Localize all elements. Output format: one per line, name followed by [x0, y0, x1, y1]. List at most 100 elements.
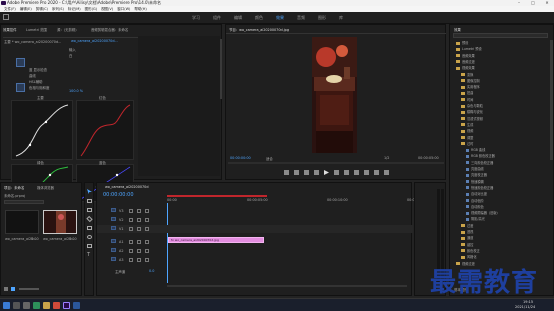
program-monitor-title[interactable]: 节目：wo_camera_ai20200070d.jpg: [229, 27, 289, 32]
toggle-effect-icon[interactable]: [16, 58, 25, 67]
premiere-taskbar-icon[interactable]: [63, 302, 70, 309]
master-volume-value[interactable]: 0.0: [149, 269, 154, 273]
search-icon[interactable]: [13, 302, 20, 309]
video-clip[interactable]: fx wo_camera_ai20200070d.jpg: [168, 237, 264, 243]
lock-icon[interactable]: [129, 227, 133, 231]
work-area-bar[interactable]: [167, 195, 267, 197]
effect-row-label[interactable]: 蓝 显示检查: [29, 67, 47, 72]
type-tool-icon[interactable]: T: [87, 253, 92, 258]
project-item-thumb-1[interactable]: [5, 210, 39, 234]
workspace-tab[interactable]: 编辑: [234, 15, 242, 21]
effects-tree-item[interactable]: Lumetri 预设: [456, 46, 482, 51]
mark-in-button[interactable]: [284, 170, 289, 175]
effects-tree-item[interactable]: 视频效果: [456, 65, 475, 70]
effects-tree-item[interactable]: 风格化: [461, 254, 477, 259]
word-icon[interactable]: [73, 302, 80, 309]
effects-tree-item[interactable]: 视频限幅器（旧版）: [466, 210, 500, 215]
eye-icon[interactable]: [145, 240, 149, 244]
timeline-tab[interactable]: wo_camera_ai20200070d: [105, 185, 148, 189]
effects-tree-item[interactable]: 模糊与锐化: [461, 109, 483, 114]
effects-tree-item[interactable]: 时间: [461, 97, 473, 102]
effects-tree-item[interactable]: 快速颜色校正器: [466, 185, 493, 190]
video-frame[interactable]: [312, 37, 357, 153]
effects-tree-item[interactable]: 预设: [456, 40, 468, 45]
effects-tree-item[interactable]: 音频过渡: [456, 59, 475, 64]
media-browser-tab[interactable]: 媒体浏览器: [37, 185, 54, 190]
effects-tree-item[interactable]: 杂色与颗粒: [461, 103, 483, 108]
effects-tree-item[interactable]: 扭曲: [461, 90, 473, 95]
workspace-tab[interactable]: 音频: [297, 15, 305, 21]
effect-controls-tab[interactable]: 音频剪辑混合器：未命名: [91, 27, 128, 32]
effects-tree-item[interactable]: 过渡: [461, 223, 473, 228]
extract-button[interactable]: [364, 170, 369, 175]
selection-tool-icon[interactable]: [87, 189, 92, 194]
toggle-effect-icon-2[interactable]: [16, 83, 25, 92]
resolution-dropdown[interactable]: 1/2: [384, 156, 389, 160]
fit-dropdown[interactable]: 适合: [266, 156, 273, 161]
workspace-tab[interactable]: 库: [339, 15, 343, 21]
icon-view-icon[interactable]: [11, 287, 15, 291]
lock-icon[interactable]: [129, 240, 133, 244]
workspace-tab[interactable]: 颜色: [255, 15, 263, 21]
program-timecode[interactable]: 00:00:00:00: [230, 156, 251, 160]
effects-tree-item[interactable]: 调整: [461, 135, 473, 140]
track-target-button[interactable]: [111, 208, 116, 212]
file-explorer-icon[interactable]: [43, 302, 50, 309]
hand-tool-icon[interactable]: [87, 244, 92, 248]
project-search-input[interactable]: [4, 200, 44, 204]
effects-tree-item[interactable]: 亮度曲线: [466, 166, 484, 171]
windows-start-icon[interactable]: [3, 302, 10, 309]
workspace-tab[interactable]: 组件: [213, 15, 221, 21]
task-view-icon[interactable]: [23, 302, 30, 309]
play-button[interactable]: [324, 170, 329, 175]
effects-tree-item[interactable]: 图像控制: [461, 78, 480, 83]
lock-icon[interactable]: [129, 258, 133, 262]
effects-tree-item[interactable]: 键控: [461, 242, 473, 247]
track-target-button[interactable]: [111, 257, 116, 261]
track-label[interactable]: A2: [119, 249, 123, 253]
effect-controls-tab[interactable]: 效果控件: [3, 27, 17, 32]
effects-tree-item[interactable]: 视频: [461, 128, 473, 133]
home-icon[interactable]: [3, 14, 9, 20]
effect-controls-tab[interactable]: Lumetri 范围: [26, 27, 47, 32]
red-curve[interactable]: 红色: [76, 96, 134, 160]
lift-button[interactable]: [354, 170, 359, 175]
effects-tree-item[interactable]: 生成: [461, 122, 473, 127]
track-target-button[interactable]: [111, 239, 116, 243]
effects-tree-item[interactable]: 三向颜色校正器: [466, 160, 493, 165]
effects-tree-item[interactable]: 亮度校正器: [466, 172, 487, 177]
timeline-timecode[interactable]: 00:00:00:00: [103, 192, 134, 198]
program-scrubber[interactable]: [228, 162, 444, 164]
effects-tree-item[interactable]: 过时: [461, 141, 473, 146]
effects-tree-item[interactable]: 通道: [461, 235, 473, 240]
effects-tree-item[interactable]: 快速模糊: [466, 179, 484, 184]
track-target-button[interactable]: [111, 226, 116, 230]
workspace-tab[interactable]: 学习: [192, 15, 200, 21]
sync-icon[interactable]: [137, 258, 141, 262]
effects-tree-item[interactable]: 透视: [461, 229, 473, 234]
workspace-tab[interactable]: 效果: [276, 15, 284, 21]
effects-tree-item[interactable]: 实用程序: [461, 84, 480, 89]
step-forward-button[interactable]: [334, 170, 339, 175]
keyframe-area[interactable]: [138, 36, 220, 176]
list-view-icon[interactable]: [4, 287, 8, 291]
track-select-tool-icon[interactable]: [87, 199, 92, 203]
sync-icon[interactable]: [137, 227, 141, 231]
browser-icon[interactable]: [33, 302, 40, 309]
effect-row-label[interactable]: 色相与饱和度: [29, 85, 49, 90]
effect-row-label[interactable]: 输入: [69, 47, 76, 52]
effects-tree-item[interactable]: 自动颜色: [466, 204, 484, 209]
track-target-button[interactable]: [111, 217, 116, 221]
effects-tree-item[interactable]: 自动色阶: [466, 198, 484, 203]
lock-icon[interactable]: [129, 218, 133, 222]
pen-tool-icon[interactable]: [87, 235, 92, 239]
app-icon[interactable]: [53, 302, 60, 309]
go-to-in-button[interactable]: [304, 170, 309, 175]
effect-row-label[interactable]: 白: [69, 53, 72, 58]
effects-tree-item[interactable]: RGB 颜色校正器: [466, 153, 495, 158]
effect-row-label[interactable]: 曲线: [29, 73, 36, 78]
timeline-scrollbar[interactable]: [167, 285, 407, 287]
workspace-tab[interactable]: 图形: [318, 15, 326, 21]
slip-tool-icon[interactable]: [87, 226, 92, 230]
effects-tree-item[interactable]: 自动对比度: [466, 191, 487, 196]
